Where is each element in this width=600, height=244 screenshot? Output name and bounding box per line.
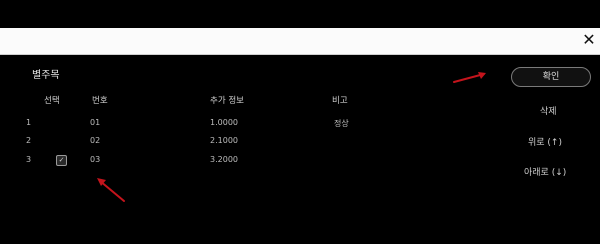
dialog-title-bar: ✕ — [0, 28, 600, 55]
column-header-info: 추가 정보 — [210, 96, 244, 106]
confirm-button[interactable]: 확인 — [511, 67, 591, 87]
row-select-checkbox[interactable]: ✓ — [56, 155, 67, 166]
row-info: 1.0000 — [210, 118, 238, 127]
annotation-arrow-icon — [453, 72, 486, 83]
row-info: 3.2000 — [210, 155, 238, 164]
column-header-number: 번호 — [92, 96, 108, 106]
row-index: 2 — [26, 136, 32, 145]
row-index: 1 — [26, 118, 32, 127]
row-note: 정상 — [334, 119, 349, 128]
dialog-title: 별주목 — [32, 70, 60, 81]
row-number: 02 — [90, 136, 101, 145]
move-up-button[interactable]: 위로 (↑) — [528, 135, 562, 148]
row-index: 3 — [26, 155, 32, 164]
row-info: 2.1000 — [210, 136, 238, 145]
move-down-button[interactable]: 아래로 (↓) — [524, 165, 566, 178]
row-number: 03 — [90, 155, 101, 164]
column-header-select: 선택 — [44, 96, 60, 106]
row-number: 01 — [90, 118, 101, 127]
close-button[interactable]: ✕ — [581, 32, 597, 48]
column-header-note: 비고 — [332, 96, 348, 106]
delete-button[interactable]: 삭제 — [540, 104, 557, 117]
annotation-arrow-icon — [97, 178, 125, 202]
